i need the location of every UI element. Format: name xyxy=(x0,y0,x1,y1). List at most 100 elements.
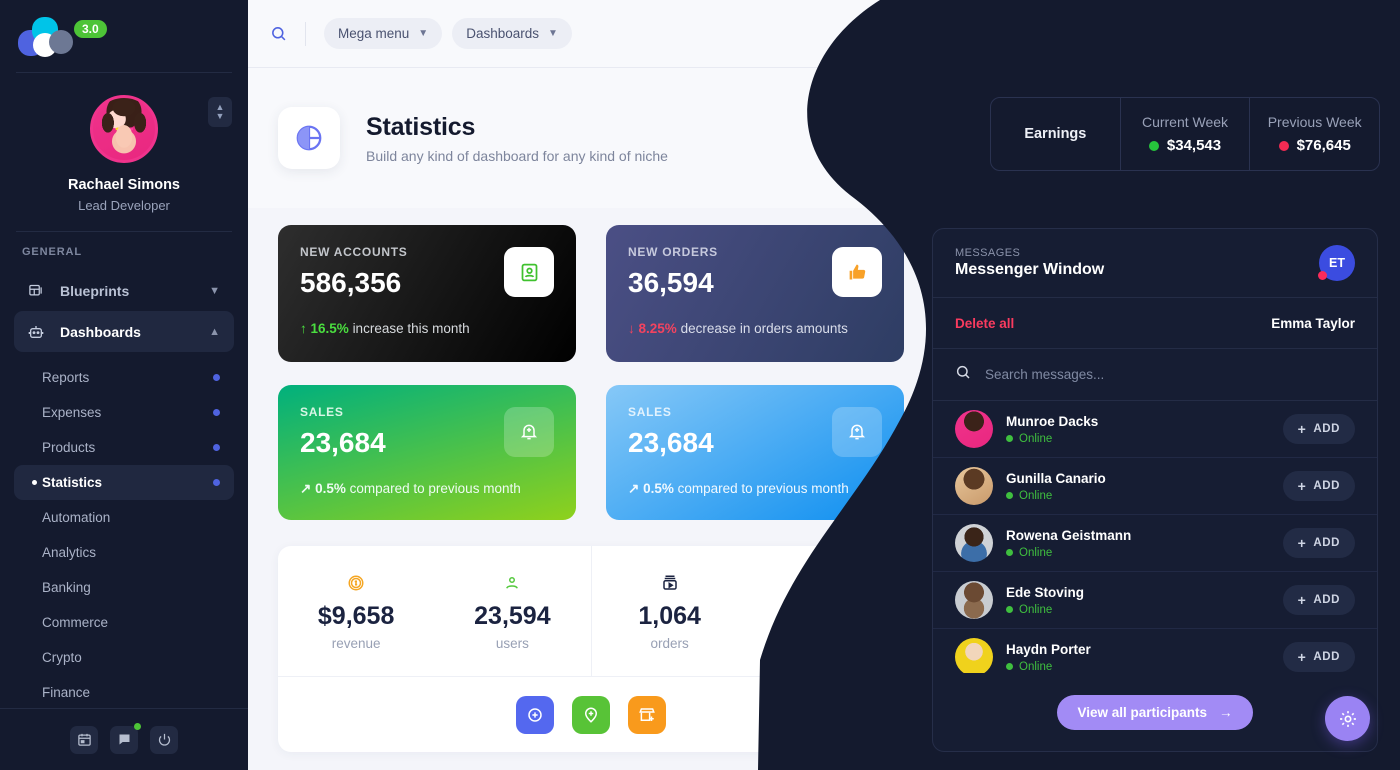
grid-icon xyxy=(28,283,50,298)
sidebar-subitem-products[interactable]: Products xyxy=(14,430,234,465)
header-actions xyxy=(1220,17,1378,50)
messenger-footer: View all participants → xyxy=(933,673,1377,751)
status-dot-icon xyxy=(1148,140,1159,151)
sidebar-subitem-commerce[interactable]: Commerce xyxy=(14,605,234,640)
add-contact-button[interactable]: + ADD xyxy=(1282,528,1355,558)
contact-info: Gunilla Canario Online xyxy=(1006,471,1106,502)
metrics-group-left: $9,658 revenue 23,594 users xyxy=(278,546,591,676)
bell-icon[interactable] xyxy=(1220,17,1252,50)
sidebar-subitem-label: Crypto xyxy=(42,650,82,665)
stat-card-delta: 8.25% xyxy=(638,321,677,336)
store-plus-icon[interactable] xyxy=(628,695,666,734)
counter-icon xyxy=(816,572,836,594)
add-contact-button[interactable]: + ADD xyxy=(1282,471,1355,501)
sidebar-subitem-analytics[interactable]: Analytics xyxy=(14,535,234,570)
list-item[interactable]: Gunilla Canario Online + ADD xyxy=(933,458,1377,515)
sidebar-subitem-label: Automation xyxy=(42,510,111,525)
sidebar-subitem-crypto[interactable]: Crypto xyxy=(14,640,234,675)
metrics-actions xyxy=(278,676,904,752)
sidebar-subitem-label: Banking xyxy=(42,580,91,595)
messenger-panel: MESSAGES Messenger Window ET Delete all … xyxy=(932,228,1378,752)
messages-icon[interactable] xyxy=(1304,17,1336,50)
list-item[interactable]: Munroe Dacks Online + ADD xyxy=(933,401,1377,458)
chat-icon[interactable] xyxy=(110,722,141,754)
sidebar-subitem-automation[interactable]: Automation xyxy=(14,500,234,535)
top-header: Mega menu ▼ Dashboards ▼ xyxy=(248,0,1400,68)
avatar xyxy=(955,638,993,673)
stat-card-sales-green[interactable]: SALES 23,684 ↗ 0.5% compared to previous… xyxy=(278,385,576,520)
power-icon[interactable] xyxy=(150,725,178,754)
stat-card-new-accounts[interactable]: NEW ACCOUNTS 586,356 ↑ 16.5% increase th… xyxy=(278,225,576,362)
contact-info: Rowena Geistmann Online xyxy=(1006,528,1131,559)
dashboards-menu-label: Dashboards xyxy=(466,26,539,41)
plus-circle-icon[interactable] xyxy=(516,695,554,734)
metric-value: 9,678M xyxy=(784,601,868,630)
plus-icon: + xyxy=(1297,421,1307,437)
view-all-label: View all participants xyxy=(1077,704,1208,720)
map-pin-plus-icon[interactable] xyxy=(572,695,610,734)
stat-card-footer: ↑ 16.5% increase this month xyxy=(300,321,554,336)
chevron-down-icon: ▼ xyxy=(215,111,225,121)
earnings-cell-value: $76,645 xyxy=(1296,137,1351,154)
trend-down-icon: ↓ xyxy=(628,321,635,336)
arrow-right-icon: → xyxy=(1219,704,1233,720)
add-contact-button[interactable]: + ADD xyxy=(1282,585,1355,615)
search-icon xyxy=(955,364,971,385)
active-dot-icon xyxy=(32,480,37,485)
view-all-participants-button[interactable]: View all participants → xyxy=(1057,694,1253,730)
unread-dot-icon xyxy=(1318,271,1327,280)
contact-info: Munroe Dacks Online xyxy=(1006,414,1098,445)
stat-card-sales-blue[interactable]: SALES 23,684 ↗ 0.5% compared to previous… xyxy=(606,385,904,520)
add-contact-button[interactable]: + ADD xyxy=(1282,642,1355,672)
page-subtitle: Build any kind of dashboard for any kind… xyxy=(366,147,668,164)
delete-all-button[interactable]: Delete all xyxy=(955,316,1014,331)
messenger-user-badge[interactable]: ET xyxy=(1318,245,1355,281)
calendar-icon[interactable] xyxy=(70,725,98,754)
list-item[interactable]: Rowena Geistmann Online + ADD xyxy=(933,515,1377,572)
list-item[interactable]: Ede Stoving Online + ADD xyxy=(933,572,1377,629)
sidebar: 3.0 Rachael Simons Lead Developer ▲ ▼ GE… xyxy=(0,0,248,770)
sidebar-subitem-expenses[interactable]: Expenses xyxy=(14,395,234,430)
status-dot-icon xyxy=(213,479,220,486)
sidebar-subitem-banking[interactable]: Banking xyxy=(14,570,234,605)
online-dot-icon xyxy=(1006,606,1013,613)
profile-switcher-button[interactable]: ▲ ▼ xyxy=(208,97,232,127)
stat-card-delta: 0.5% xyxy=(643,481,674,496)
status-dot-icon xyxy=(1278,140,1289,151)
avatar[interactable] xyxy=(1346,17,1378,50)
avatar[interactable] xyxy=(90,95,158,163)
metric-value: 1,064 xyxy=(638,601,701,630)
gear-icon[interactable] xyxy=(1325,696,1370,741)
add-button-label: ADD xyxy=(1313,651,1340,663)
search-input[interactable] xyxy=(985,367,1355,382)
contact-status: Online xyxy=(1006,547,1131,559)
add-contact-button[interactable]: + ADD xyxy=(1282,414,1355,444)
online-dot-icon xyxy=(1006,435,1013,442)
metric-label: orders xyxy=(806,635,845,651)
messenger-header: MESSAGES Messenger Window ET xyxy=(933,229,1377,297)
search-icon[interactable] xyxy=(270,25,305,42)
earnings-cell-value: $34,543 xyxy=(1166,137,1222,154)
dashboards-menu-button[interactable]: Dashboards ▼ xyxy=(452,18,572,49)
sidebar-footer xyxy=(0,708,248,770)
mega-menu-button[interactable]: Mega menu ▼ xyxy=(324,18,443,49)
sidebar-subitem-label: Reports xyxy=(42,370,90,385)
sidebar-item-blueprints[interactable]: Blueprints ▼ xyxy=(14,270,234,311)
logo-icon xyxy=(18,16,74,57)
sidebar-item-dashboards[interactable]: Dashboards ▲ xyxy=(14,311,234,352)
trend-up-icon: ↑ xyxy=(300,321,307,336)
sidebar-item-label: Blueprints xyxy=(60,282,130,299)
stat-card-new-orders[interactable]: NEW ORDERS 36,594 ↓ 8.25% decrease in or… xyxy=(606,225,904,362)
contact-status-label: Online xyxy=(1019,660,1053,673)
pie-chart-icon xyxy=(278,107,340,169)
avatar xyxy=(955,524,993,562)
user-icon xyxy=(503,572,521,594)
sidebar-subitem-finance[interactable]: Finance xyxy=(14,675,234,708)
stat-card-footer: ↓ 8.25% decrease in orders amounts xyxy=(628,321,882,336)
list-item[interactable]: Haydn Porter Online + ADD xyxy=(933,629,1377,673)
brand-logo[interactable]: 3.0 xyxy=(0,0,248,72)
sidebar-subitem-statistics[interactable]: Statistics xyxy=(14,465,234,500)
sidebar-subitem-reports[interactable]: Reports xyxy=(14,360,234,395)
contact-status: Online xyxy=(1006,490,1106,502)
flag-us-icon[interactable] xyxy=(1262,17,1294,50)
